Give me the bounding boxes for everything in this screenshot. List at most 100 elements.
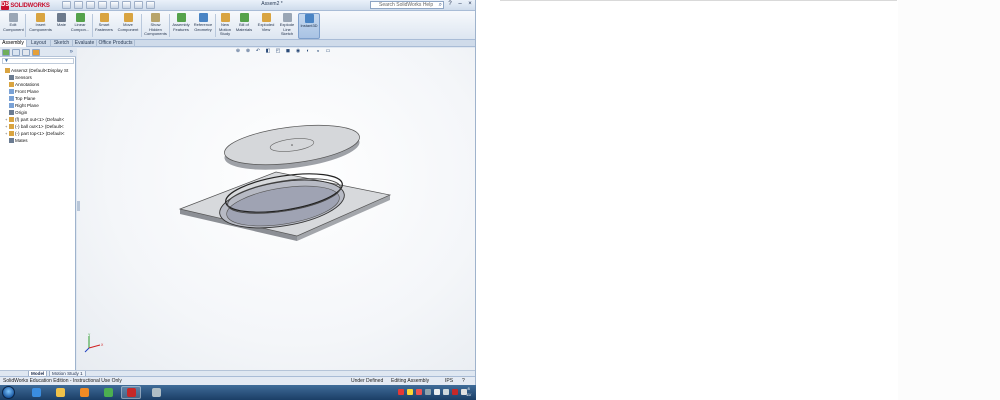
reference-geometry-button[interactable]: Reference Geometry [192,13,214,39]
ds-logo-icon: DS [1,1,10,10]
help-icon[interactable]: ? [446,1,454,9]
assembly-icon [5,68,10,73]
tab-evaluate[interactable]: Evaluate [73,40,97,47]
mates-icon [9,138,14,143]
new-motion-study-button[interactable]: New Motion Study [217,13,233,39]
taskbar-ie-button[interactable] [26,386,46,399]
status-units[interactable]: IPS [445,378,453,385]
taskbar-media-player-button[interactable] [74,386,94,399]
tab-layout[interactable]: Layout [27,40,51,47]
insert-components-button[interactable]: Insert Components [28,13,53,39]
select-icon[interactable] [122,1,131,9]
bill-of-materials-label: Bill of Materials [235,22,253,32]
tree-item-label: Origin [15,110,28,115]
panel-expand-icon[interactable]: » [70,49,73,56]
bill-of-materials-icon [239,13,249,22]
minimize-icon[interactable]: – [456,1,464,9]
search-icon[interactable]: ⌕ [439,2,442,9]
tab-assembly[interactable]: Assembly [0,40,27,47]
tree-item[interactable]: Origin [1,109,76,116]
solidworks-logo[interactable]: DS SOLIDWORKS [1,1,50,10]
exploded-view-button[interactable]: Exploded View [256,13,276,39]
graphics-area[interactable]: ⊕ ⊗ ↶ ◧ ◰ ◼ ◉ ◐ ◒ ▭ Y X [77,48,476,370]
tree-item[interactable]: + (-) ball out<1> (Default< [1,123,76,130]
configuration-manager-tab-icon[interactable] [22,49,30,56]
tree-item[interactable]: Annotations [1,81,76,88]
feature-tree-tab-icon[interactable] [2,49,10,56]
new-icon[interactable] [62,1,71,9]
tree-item[interactable]: + (f) part out<1> (Default< [1,116,76,123]
print-icon[interactable] [98,1,107,9]
start-button[interactable] [2,386,15,399]
help-icon[interactable]: ? [462,378,465,385]
top-disc-center [291,144,293,146]
assembly-features-label: Assembly Features [172,22,190,32]
tray-app-icon[interactable] [452,389,458,395]
tree-filter[interactable]: ▼ [2,58,74,64]
command-manager-tabs: Assembly Layout Sketch Evaluate Office Produ… [0,40,475,47]
open-icon[interactable] [74,1,83,9]
tree-item[interactable]: Front Plane [1,88,76,95]
assembly-model[interactable] [77,48,476,370]
explode-line-sketch-icon [282,13,292,22]
tray-app-icon[interactable] [425,389,431,395]
display-manager-tab-icon[interactable] [32,49,40,56]
network-icon[interactable] [434,389,440,395]
edit-component-button[interactable]: Edit Component [3,13,24,39]
tray-app-icon[interactable] [416,389,422,395]
assembly-features-button[interactable]: Assembly Features [171,13,191,39]
tree-item[interactable]: Sensors [1,74,76,81]
tab-office-products[interactable]: Office Products [97,40,135,47]
property-manager-tab-icon[interactable] [12,49,20,56]
tray-app-icon[interactable] [407,389,413,395]
taskbar-app-button[interactable] [146,386,166,399]
folder-icon [55,388,65,397]
window-top-edge [500,0,897,1]
rebuild-icon[interactable] [134,1,143,9]
ribbon-separator [92,14,93,37]
tab-sketch[interactable]: Sketch [51,40,73,47]
tree-item[interactable]: Assem2 (Default<Display St [1,67,76,74]
volume-icon[interactable] [443,389,449,395]
help-search-input[interactable]: Search SolidWorks Help ⌕ [370,1,444,9]
bill-of-materials-button[interactable]: Bill of Materials [234,13,254,39]
ribbon-separator [169,14,170,37]
part-icon [9,124,14,129]
tree-item-label: Sensors [15,75,32,80]
tree-item-label: Right Plane [15,103,39,108]
ribbon-separator [141,14,142,37]
plane-icon [9,96,14,101]
svg-text:X: X [101,343,104,347]
panel-splitter-handle[interactable] [77,201,80,211]
status-editing: Editing Assembly [391,378,430,384]
taskbar-solidworks-button[interactable] [121,386,141,399]
tray-alert-icon[interactable] [398,389,404,395]
windows-taskbar: 8 11/ [0,385,476,400]
show-hidden-components-button[interactable]: Show Hidden Components [143,13,168,39]
show-hidden-components-icon [151,13,160,22]
undo-icon[interactable] [110,1,119,9]
save-icon[interactable] [86,1,95,9]
mate-button[interactable]: Mate [55,13,68,39]
ribbon-separator [215,14,216,37]
close-icon[interactable]: × [466,1,474,9]
options-icon[interactable] [146,1,155,9]
screen: DS SOLIDWORKS Assem2 * Search SolidWorks… [0,0,1000,400]
blank-window [898,0,1000,400]
tree-item[interactable]: Top Plane [1,95,76,102]
clock[interactable]: 8 11/ [466,386,471,398]
taskbar-chrome-button[interactable] [98,386,118,399]
tree-item[interactable]: + (-) part top<1> (Default< [1,130,76,137]
linear-component-button[interactable]: Linear Compon... [70,13,90,39]
explode-line-sketch-button[interactable]: Explode Line Sketch [277,13,297,39]
tree-item-label: Mates [15,138,28,143]
instant3d-button[interactable]: Instant3D [298,13,320,39]
move-component-button[interactable]: Move Component [116,13,140,39]
exploded-view-icon [261,13,271,22]
tree-item[interactable]: Mates [1,137,76,144]
taskbar-folder-button[interactable] [50,386,70,399]
reference-triad: Y X [84,333,104,353]
tree-item[interactable]: Right Plane [1,102,76,109]
solidworks-icon [126,388,136,397]
smart-fasteners-button[interactable]: Smart Fasteners [94,13,114,39]
